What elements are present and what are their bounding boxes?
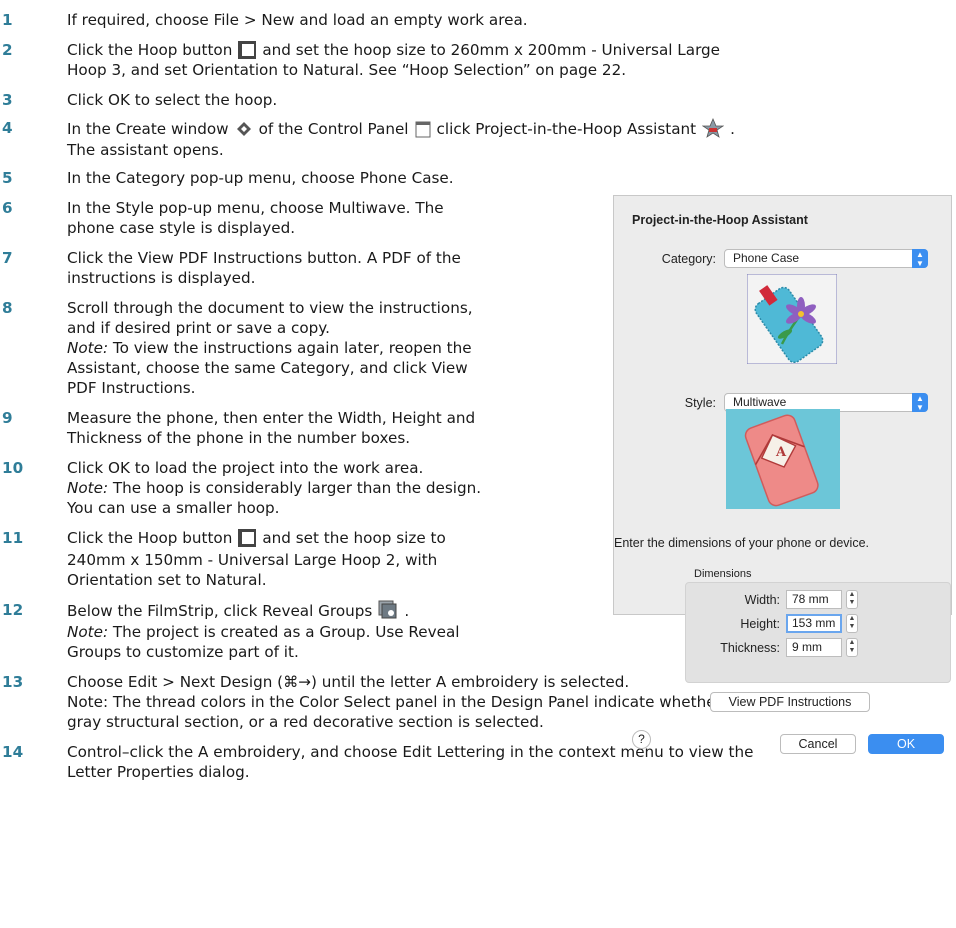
step-number: 10 <box>2 459 24 477</box>
step-text: and set the hoop size to 260mm x 200mm -… <box>262 41 721 59</box>
width-stepper[interactable]: ▲ ▼ <box>846 590 858 609</box>
step-2: 2 Click the Hoop button and set the hoop … <box>0 40 956 80</box>
thickness-label: Thickness: <box>720 641 780 655</box>
step-text: In the Style pop-up menu, choose Multiwa… <box>67 199 444 217</box>
step-number: 4 <box>2 119 13 137</box>
step-5: 5 In the Category pop-up menu, choose Ph… <box>0 168 600 188</box>
step-10: 10 Click OK to load the project into the… <box>0 458 600 518</box>
step-text: of the Control Panel <box>258 120 409 138</box>
cancel-button[interactable]: Cancel <box>780 734 856 754</box>
note-text: The hoop is considerably larger than the… <box>108 479 482 497</box>
phone-case-thumbnail <box>746 273 838 365</box>
height-label: Height: <box>740 617 780 631</box>
step-text: Click OK to select the hoop. <box>67 91 278 109</box>
step-number: 9 <box>2 409 13 427</box>
dimensions-prompt: Enter the dimensions of your phone or de… <box>614 536 870 550</box>
multiwave-thumbnail: A <box>726 409 840 509</box>
note-text: Assistant, choose the same Category, and… <box>67 359 468 377</box>
step-text: and set the hoop size to <box>262 529 446 547</box>
step-number: 2 <box>2 41 13 59</box>
step-text: The assistant opens. <box>67 141 224 159</box>
step-text: Scroll through the document to view the … <box>67 299 473 317</box>
step-text: and if desired print or save a copy. <box>67 319 330 337</box>
step-1: 1 If required, choose File > New and loa… <box>0 10 956 30</box>
step-number: 1 <box>2 11 13 29</box>
width-field[interactable]: 78 mm <box>786 590 842 609</box>
width-label: Width: <box>744 593 780 607</box>
height-stepper[interactable]: ▲ ▼ <box>846 614 858 633</box>
help-button[interactable]: ? <box>632 730 651 749</box>
step-text: Click the Hoop button <box>67 41 233 59</box>
note-text: PDF Instructions. <box>67 379 196 397</box>
step-9: 9 Measure the phone, then enter the Widt… <box>0 408 600 448</box>
step-number: 7 <box>2 249 13 267</box>
step-number: 5 <box>2 169 13 187</box>
step-number: 3 <box>2 91 13 109</box>
step-text: Hoop 3, and set Orientation to Natural. … <box>67 61 627 79</box>
thickness-field[interactable]: 9 mm <box>786 638 842 657</box>
step-text: Letter Properties dialog. <box>67 763 250 781</box>
project-in-hoop-assistant-icon <box>701 117 725 143</box>
chevron-updown-icon: ▲ ▼ <box>912 393 928 412</box>
control-panel-icon <box>415 120 431 143</box>
step-6: 6 In the Style pop-up menu, choose Multi… <box>0 198 600 238</box>
step-12: 12 Below the FilmStrip, click Reveal Gro… <box>2 600 460 661</box>
step-text: Click OK to load the project into the wo… <box>67 459 424 477</box>
step-text: 240mm x 150mm - Universal Large Hoop 2, … <box>67 551 438 569</box>
step-text: Below the FilmStrip, click Reveal Groups <box>67 602 373 620</box>
thickness-stepper[interactable]: ▲ ▼ <box>846 638 858 657</box>
step-number: 6 <box>2 199 13 217</box>
category-label: Category: <box>661 252 716 266</box>
note-label: Note: <box>67 479 109 497</box>
height-field[interactable]: 153 mm <box>786 614 842 633</box>
step-7: 7 Click the View PDF Instructions button… <box>0 248 600 288</box>
dimensions-group: Width: 78 mm ▲ ▼ Height: 153 mm ▲ ▼ Thickn… <box>685 582 951 683</box>
note-text: The project is created as a Group. Use R… <box>108 623 460 641</box>
step-text: In the Create window <box>67 120 229 138</box>
project-in-the-hoop-dialog: Project-in-the-Hoop Assistant Category: … <box>613 195 952 754</box>
ok-button[interactable]: OK <box>868 734 944 754</box>
view-pdf-instructions-button[interactable]: View PDF Instructions <box>710 692 870 712</box>
step-text: If required, choose File > New and load … <box>67 11 528 29</box>
step-text: gray structural section, or a red decora… <box>67 713 544 731</box>
step-number: 11 <box>2 529 24 547</box>
step-number: 12 <box>2 601 24 619</box>
step-text: Click the View PDF Instructions button. … <box>67 249 461 267</box>
note-text: Groups to customize part of it. <box>67 643 299 661</box>
step-11: 11 Click the Hoop button and set the hoop… <box>0 528 600 590</box>
note-text: To view the instructions again later, re… <box>108 339 472 357</box>
step-text: phone case style is displayed. <box>67 219 296 237</box>
create-window-icon <box>235 120 253 143</box>
hoop-icon <box>238 529 257 552</box>
step-8: 8 Scroll through the document to view th… <box>0 298 600 398</box>
note-text: You can use a smaller hoop. <box>67 499 280 517</box>
step-3: 3 Click OK to select the hoop. <box>0 90 956 110</box>
step-4: 4 In the Create window of the Control Pan… <box>2 117 735 159</box>
chevron-updown-icon: ▲ ▼ <box>912 249 928 268</box>
step-text: Control–click the A embroidery, and choo… <box>67 743 754 761</box>
note-label: Note: <box>67 339 109 357</box>
step-text: Thickness of the phone in the number box… <box>67 429 411 447</box>
step-text: Note: The thread colors in the Color Sel… <box>67 693 736 711</box>
step-text: Click the Hoop button <box>67 529 233 547</box>
note-label: Note: <box>67 623 109 641</box>
step-text: Choose Edit > Next Design (⌘→) until the… <box>67 673 630 691</box>
step-text: Orientation set to Natural. <box>67 571 267 589</box>
step-text: click Project-in-the-Hoop Assistant <box>436 120 697 138</box>
dimensions-group-label: Dimensions <box>694 568 752 580</box>
step-number: 14 <box>2 743 24 761</box>
dialog-title: Project-in-the-Hoop Assistant <box>632 213 808 227</box>
style-letter: A <box>776 445 787 460</box>
step-number: 8 <box>2 299 13 317</box>
step-number: 13 <box>2 673 24 691</box>
style-label: Style: <box>684 396 716 410</box>
step-text: instructions is displayed. <box>67 269 256 287</box>
category-select[interactable]: Phone Case ▲ ▼ <box>724 249 928 268</box>
step-text: In the Category pop-up menu, choose Phon… <box>67 169 454 187</box>
step-text: Measure the phone, then enter the Width,… <box>67 409 476 427</box>
